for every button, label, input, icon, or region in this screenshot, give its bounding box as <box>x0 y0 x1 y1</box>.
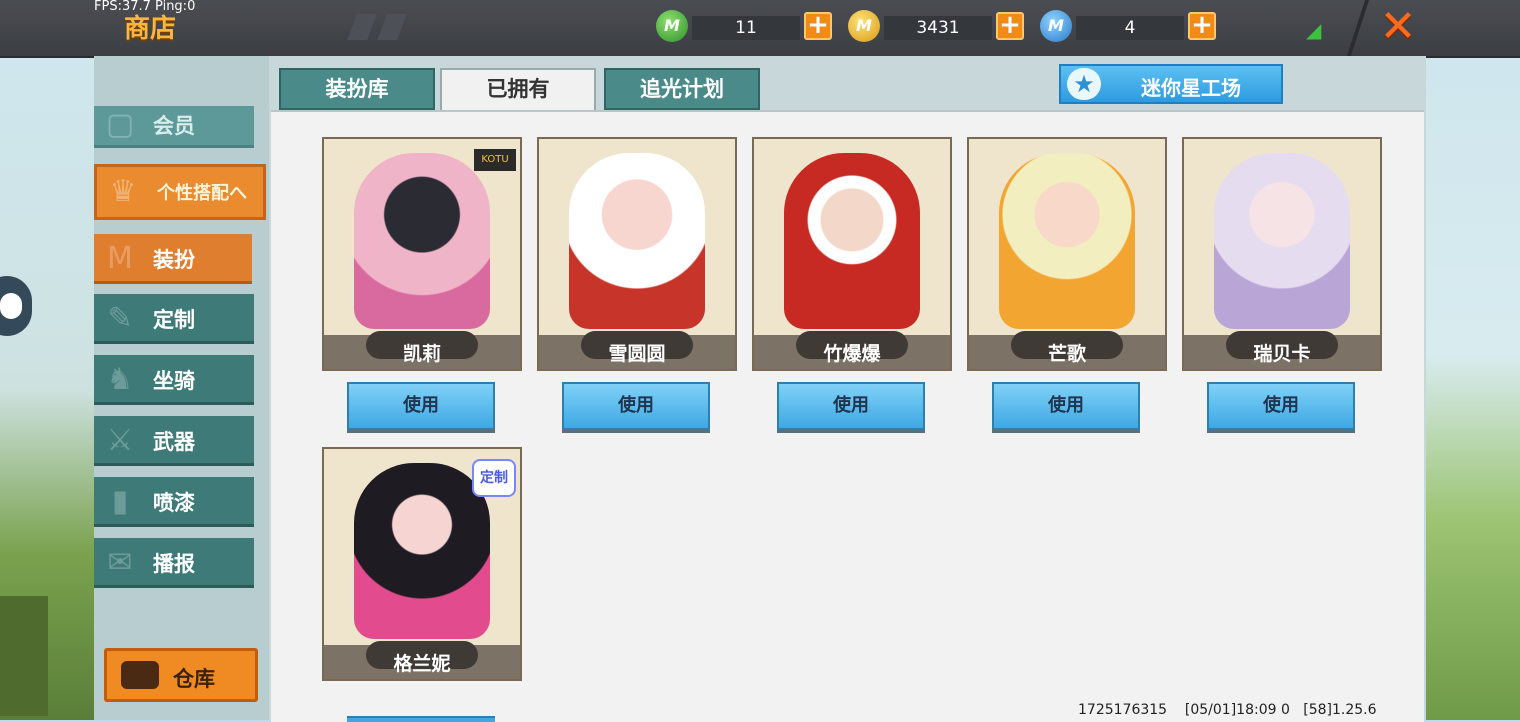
footer-datetime: [05/01]18:09 0 <box>1184 702 1290 718</box>
character-portrait <box>1214 153 1350 329</box>
divider <box>1346 0 1370 56</box>
sidebar-item-outfit[interactable]: M 装扮 <box>94 234 252 284</box>
sidebar-item-spray[interactable]: ▮ 喷漆 <box>94 477 254 527</box>
tab-label: 已拥有 <box>486 77 550 101</box>
use-button-label: 使用 <box>618 395 654 416</box>
decor-stripe <box>347 14 377 40</box>
currency-blue: M 4 + <box>1040 10 1220 46</box>
sidebar-item-label: 武器 <box>153 430 195 454</box>
use-button-label: 使用 <box>403 395 439 416</box>
use-button-edge <box>347 716 495 722</box>
sidebar-group-personal-style[interactable]: ♛ 个性搭配へ <box>94 164 266 220</box>
warehouse-label: 仓库 <box>173 667 215 691</box>
skin-name: 凯莉 <box>402 343 441 365</box>
blue-coin-icon: M <box>1040 10 1072 42</box>
use-button-partial <box>347 692 495 722</box>
sidebar-item-label: 坐骑 <box>153 369 195 393</box>
name-bar: 瑞贝卡 <box>1184 331 1380 369</box>
currency-value: 4 <box>1124 18 1136 38</box>
character-portrait <box>569 153 705 329</box>
sidebar: ▢ 会员 ♛ 个性搭配へ M 装扮 ✎ 定制 ♞ 坐骑 ⚔ 武器 ▮ 喷漆 ✉ … <box>94 56 269 720</box>
currency-gold: M 3431 + <box>848 10 1028 46</box>
skin-card[interactable]: 瑞贝卡 <box>1182 137 1382 371</box>
signal-icon: ◢ <box>1306 18 1322 42</box>
skin-name: 芒歌 <box>1047 343 1086 365</box>
top-bar: FPS:37.7 Ping:0 商店 M 11 + M 3431 + M 4 +… <box>0 0 1520 58</box>
character-portrait <box>999 153 1135 329</box>
name-bar: 凯莉 <box>324 331 520 369</box>
use-button[interactable]: 使用 <box>347 382 495 430</box>
sidebar-item-label: 定制 <box>153 308 195 332</box>
use-button-label: 使用 <box>833 395 869 416</box>
skin-name: 竹爆爆 <box>823 343 881 365</box>
tab-label: 装扮库 <box>325 77 389 101</box>
skin-card[interactable]: KOTU 凯莉 <box>322 137 522 371</box>
sidebar-item-label: 播报 <box>153 552 195 576</box>
name-bar: 格兰妮 <box>324 641 520 679</box>
character-portrait <box>354 153 490 329</box>
page-title: 商店 <box>124 14 177 44</box>
trophy-icon: ♛ <box>109 174 137 209</box>
skin-card[interactable]: 芒歌 <box>967 137 1167 371</box>
main-panel: 装扮库 已拥有 追光计划 ★ 迷你星工场 KOTU 凯莉 雪圆圆 竹爆爆 芒歌 … <box>269 56 1426 722</box>
studio-button-label: 迷你星工场 <box>1141 76 1241 100</box>
version-footer: 1725176315 [05/01]18:09 0 [58]1.25.6 <box>1078 702 1377 718</box>
use-button-label: 使用 <box>1263 395 1299 416</box>
background-block <box>0 596 48 716</box>
close-icon[interactable]: ✕ <box>1376 4 1420 50</box>
name-bar: 雪圆圆 <box>539 331 735 369</box>
character-portrait <box>784 153 920 329</box>
tab-light-chase-plan[interactable]: 追光计划 <box>604 68 760 110</box>
sidebar-item-weapon[interactable]: ⚔ 武器 <box>94 416 254 466</box>
add-green-coin-button[interactable]: + <box>804 12 832 40</box>
skin-card[interactable]: 雪圆圆 <box>537 137 737 371</box>
use-button-label: 使用 <box>1048 395 1084 416</box>
logo-badge: KOTU <box>474 149 516 171</box>
owned-skins-grid: KOTU 凯莉 雪圆圆 竹爆爆 芒歌 瑞贝卡 使用 使用 使用 使用 使用 定制… <box>271 110 1424 722</box>
add-gold-coin-button[interactable]: + <box>996 12 1024 40</box>
footer-version: [58]1.25.6 <box>1303 702 1377 718</box>
sidebar-item-mount[interactable]: ♞ 坐骑 <box>94 355 254 405</box>
character-portrait <box>354 463 490 639</box>
sidebar-item-broadcast[interactable]: ✉ 播报 <box>94 538 254 588</box>
use-button[interactable]: 使用 <box>562 382 710 430</box>
green-gem-coin-icon: M <box>656 10 688 42</box>
sidebar-item-label: 会员 <box>153 114 195 138</box>
warehouse-button[interactable]: 仓库 <box>104 648 258 702</box>
gold-coin-icon: M <box>848 10 880 42</box>
sidebar-item-label: 个性搭配へ <box>157 183 247 204</box>
tab-outfit-library[interactable]: 装扮库 <box>279 68 435 110</box>
background-left <box>0 56 94 720</box>
custom-badge: 定制 <box>472 459 516 497</box>
skin-name: 格兰妮 <box>393 653 451 675</box>
use-button[interactable]: 使用 <box>777 382 925 430</box>
tab-owned[interactable]: 已拥有 <box>440 68 596 112</box>
use-button[interactable]: 使用 <box>1207 382 1355 430</box>
star-icon: ★ <box>1067 68 1101 100</box>
device-id: 1725176315 <box>1078 702 1168 718</box>
skin-card[interactable]: 竹爆爆 <box>752 137 952 371</box>
sidebar-item-label: 喷漆 <box>153 491 195 515</box>
skin-name: 雪圆圆 <box>608 343 666 365</box>
sidebar-item-custom[interactable]: ✎ 定制 <box>94 294 254 344</box>
mini-studio-button[interactable]: ★ 迷你星工场 <box>1059 64 1283 104</box>
chest-icon <box>121 661 159 689</box>
sidebar-item-member[interactable]: ▢ 会员 <box>94 106 254 148</box>
currency-green: M 11 + <box>656 10 836 46</box>
name-bar: 芒歌 <box>969 331 1165 369</box>
skin-card[interactable]: 定制 格兰妮 <box>322 447 522 681</box>
name-bar: 竹爆爆 <box>754 331 950 369</box>
background-right <box>1424 56 1520 720</box>
sidebar-item-label: 装扮 <box>153 248 195 272</box>
currency-value: 11 <box>735 18 757 38</box>
tab-label: 追光计划 <box>640 77 724 101</box>
decor-stripe <box>377 14 407 40</box>
skin-name: 瑞贝卡 <box>1253 343 1311 365</box>
currency-value: 3431 <box>916 18 960 38</box>
add-blue-coin-button[interactable]: + <box>1188 12 1216 40</box>
use-button[interactable]: 使用 <box>992 382 1140 430</box>
